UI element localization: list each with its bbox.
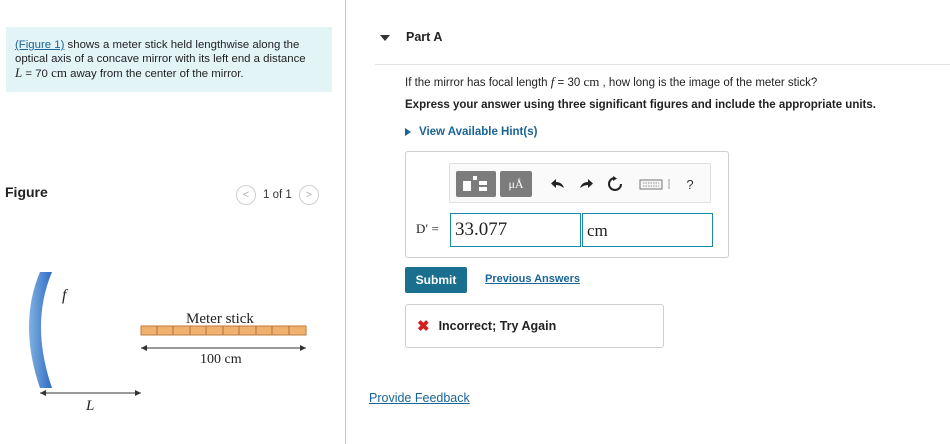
reset-icon: [608, 176, 622, 191]
problem-line3-rest: away from the center of the mirror.: [66, 68, 244, 80]
provide-feedback-link[interactable]: Provide Feedback: [369, 391, 470, 405]
instructions: Express your answer using three signific…: [405, 99, 876, 111]
help-icon: ?: [686, 176, 694, 192]
focal-label: f: [62, 287, 69, 304]
keyboard-icon: [639, 179, 670, 190]
l-equals: = 70: [22, 68, 52, 80]
distance-label: L: [85, 398, 94, 414]
caret-down-icon: [380, 34, 390, 41]
undo-icon: [551, 179, 564, 188]
part-header[interactable]: Part A: [380, 30, 442, 44]
length-label: 100 cm: [200, 352, 242, 367]
f-unit: cm: [583, 74, 600, 89]
keyboard-button[interactable]: [636, 171, 676, 197]
answer-value-input[interactable]: 33.077: [450, 213, 581, 247]
prev-figure-button[interactable]: <: [236, 185, 256, 205]
previous-answers-link[interactable]: Previous Answers: [485, 273, 580, 285]
figure-link[interactable]: (Figure 1): [15, 39, 64, 51]
figure-pager: < 1 of 1 >: [236, 184, 319, 206]
question-pre: If the mirror has focal length: [405, 77, 551, 89]
submit-button[interactable]: Submit: [405, 267, 467, 293]
problem-line3: L = 70 cm away from the center of the mi…: [15, 66, 324, 81]
next-figure-button[interactable]: >: [298, 185, 319, 205]
problem-statement: (Figure 1) shows a meter stick held leng…: [6, 27, 332, 92]
concave-mirror: [29, 272, 52, 388]
figure-heading: Figure: [5, 184, 48, 200]
feedback-box: ✖ Incorrect; Try Again: [405, 304, 664, 348]
chevron-right-icon: >: [305, 189, 312, 201]
math-toolbar: μÅ ?: [449, 163, 711, 203]
header-divider: [375, 64, 950, 65]
pager-count: 1 of 1: [263, 189, 292, 201]
problem-line1: shows a meter stick held lengthwise alon…: [67, 39, 300, 51]
mirror-figure: f Meter stick 100 cm L: [29, 272, 307, 414]
undo-button[interactable]: [546, 171, 570, 197]
hints-label: View Available Hint(s): [419, 126, 538, 138]
incorrect-icon: ✖: [417, 317, 430, 335]
problem-line2: optical axis of a concave mirror with it…: [15, 53, 306, 65]
part-title: Part A: [406, 30, 443, 44]
answer-panel: μÅ ? D′ = 33.077 cm: [405, 151, 729, 258]
f-equals: = 30: [554, 77, 584, 89]
help-button[interactable]: ?: [680, 171, 700, 197]
redo-button[interactable]: [574, 171, 598, 197]
column-divider: [345, 0, 346, 444]
left-panel: (Figure 1) shows a meter stick held leng…: [0, 0, 345, 444]
question-post: , how long is the image of the meter sti…: [599, 77, 818, 89]
redo-icon: [580, 179, 593, 188]
units-button[interactable]: μÅ: [500, 171, 532, 197]
answer-variable-label: D′ =: [416, 221, 439, 236]
question-text: If the mirror has focal length f = 30 cm…: [405, 74, 817, 90]
answer-unit-input[interactable]: cm: [582, 213, 713, 247]
l-unit: cm: [51, 65, 67, 80]
meter-stick-label: Meter stick: [186, 311, 254, 327]
templates-button[interactable]: [456, 171, 496, 197]
caret-right-icon: [405, 128, 411, 136]
view-hints-link[interactable]: View Available Hint(s): [405, 126, 537, 138]
templates-icon: [463, 176, 487, 191]
units-label: μÅ: [508, 176, 524, 191]
chevron-left-icon: <: [242, 189, 250, 201]
reset-button[interactable]: [603, 171, 627, 197]
feedback-text: Incorrect; Try Again: [438, 319, 557, 333]
